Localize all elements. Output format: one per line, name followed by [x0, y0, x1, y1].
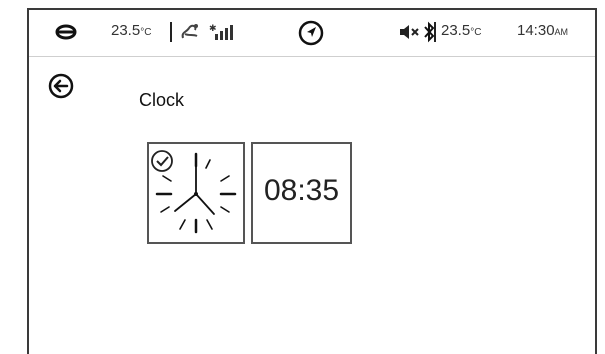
status-divider — [170, 22, 172, 42]
left-temperature-unit: °C — [140, 27, 152, 38]
steering-wheel-icon[interactable] — [55, 24, 77, 40]
right-temperature-value: 23.5 — [441, 22, 471, 39]
head-unit-screen: 23.5°C ✱ 23.5°C 14:30AM Clock 08:35 — [27, 8, 597, 354]
selected-check-icon — [151, 150, 173, 172]
signal-strength-icon: ✱ — [209, 23, 233, 40]
status-bar: 23.5°C ✱ 23.5°C 14:30AM — [29, 10, 595, 57]
mute-icon[interactable] — [399, 24, 421, 40]
digital-clock-time: 08:35 — [263, 174, 340, 207]
fan-icon[interactable] — [179, 22, 201, 42]
page-title: Clock — [139, 90, 185, 110]
svg-text:✱: ✱ — [209, 23, 217, 33]
status-clock: 14:30AM — [517, 22, 568, 39]
navigation-icon[interactable] — [298, 20, 324, 46]
status-divider — [434, 22, 436, 42]
status-clock-ampm: AM — [554, 27, 569, 37]
left-temperature-value: 23.5 — [111, 22, 141, 39]
back-button[interactable] — [47, 72, 75, 100]
right-temperature[interactable]: 23.5°C — [441, 22, 481, 39]
analog-clock-option[interactable] — [147, 142, 245, 244]
status-clock-value: 14:30 — [517, 22, 555, 39]
right-temperature-unit: °C — [470, 27, 482, 38]
digital-clock-option[interactable]: 08:35 — [251, 142, 352, 244]
left-temperature[interactable]: 23.5°C — [111, 22, 151, 39]
